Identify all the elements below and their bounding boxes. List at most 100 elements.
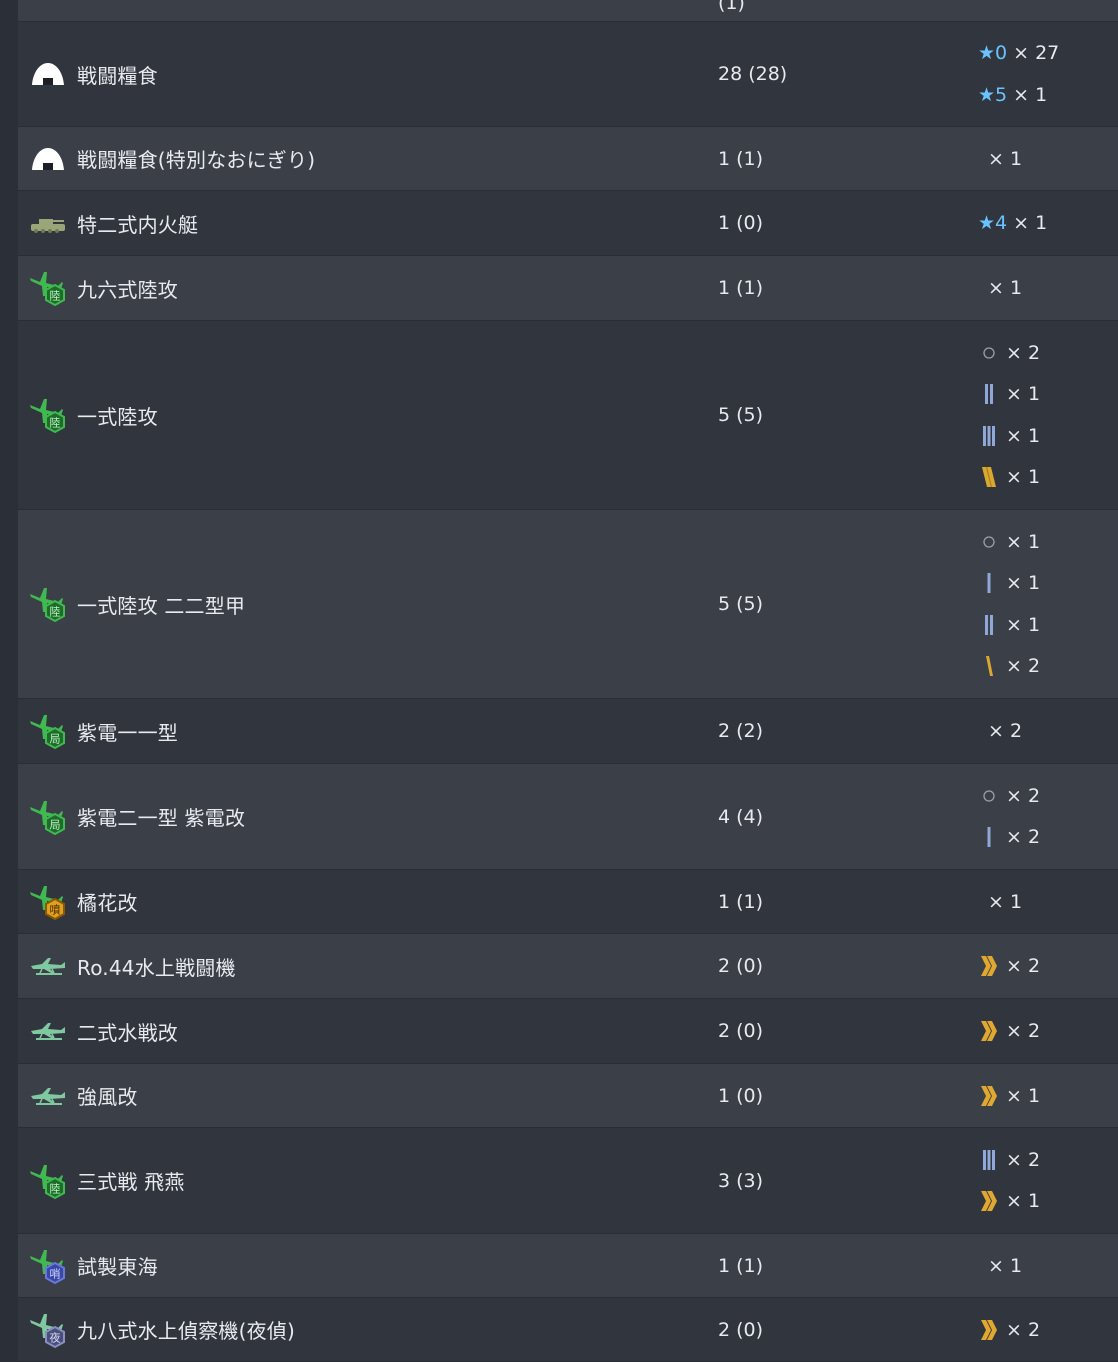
proficiency-gold-slash-icon bbox=[978, 655, 1000, 677]
equipment-name-cell: 哨 試製東海 bbox=[28, 1234, 158, 1297]
svg-text:陸: 陸 bbox=[50, 606, 61, 619]
equipment-count: 1 (1) bbox=[718, 890, 764, 913]
proficiency-count: × 2 bbox=[1006, 655, 1041, 678]
equipment-count: 1 (0) bbox=[718, 212, 764, 234]
proficiency-count: × 1 bbox=[988, 277, 1023, 299]
table-row: Ro.44水上戦闘機 2 (0) × 2 bbox=[18, 934, 1118, 999]
proficiency-item: × 2 bbox=[978, 1309, 1040, 1351]
proficiency-count: × 1 bbox=[1006, 1190, 1041, 1213]
equipment-name[interactable]: 紫電二一型 紫電改 bbox=[77, 802, 245, 831]
proficiency-count: × 2 bbox=[1006, 955, 1041, 977]
proficiency-circle-icon bbox=[978, 346, 1000, 360]
equipment-name[interactable]: 強風改 bbox=[77, 1081, 138, 1110]
proficiency-item: ★0 × 27 bbox=[978, 32, 1059, 74]
equipment-name[interactable]: 九八式水上偵察機(夜偵) bbox=[77, 1315, 295, 1344]
equipment-name[interactable]: 紫電一一型 bbox=[77, 717, 178, 746]
equipment-name-cell: 夜 九八式水上偵察機(夜偵) bbox=[28, 1298, 295, 1361]
equipment-name[interactable]: 橘花改 bbox=[77, 887, 138, 916]
equipment-count: 1 (1) bbox=[718, 277, 764, 299]
proficiency-list: × 2 bbox=[978, 699, 1022, 763]
seaplane-fighter-icon bbox=[28, 1011, 68, 1051]
proficiency-count: × 2 bbox=[1006, 1148, 1041, 1171]
proficiency-count: × 1 bbox=[1006, 572, 1041, 595]
ration-icon bbox=[28, 139, 68, 179]
equipment-name[interactable]: 戦闘糧食(特別なおにぎり) bbox=[77, 144, 315, 173]
equipment-name[interactable]: 特二式内火艇 bbox=[77, 209, 198, 238]
svg-text:局: 局 bbox=[50, 733, 61, 746]
equipment-name-cell: 特二式内火艇 bbox=[28, 191, 198, 255]
svg-text:陸: 陸 bbox=[50, 290, 61, 303]
proficiency-item: × 1 bbox=[978, 1075, 1040, 1117]
table-row: 噴 橘花改 1 (1) × 1 bbox=[18, 870, 1118, 934]
table-row: 哨 試製東海 1 (1) × 1 bbox=[18, 1234, 1118, 1298]
proficiency-item: × 2 bbox=[978, 332, 1040, 374]
proficiency-item: ★5 × 1 bbox=[978, 74, 1059, 116]
equipment-name[interactable]: 一式陸攻 bbox=[77, 401, 158, 430]
svg-text:局: 局 bbox=[50, 818, 61, 831]
equipment-name[interactable]: 九六式陸攻 bbox=[77, 274, 178, 303]
proficiency-bar-icon bbox=[978, 383, 1000, 405]
table-row: 夜 九八式水上偵察機(夜偵) 2 (0) × 2 bbox=[18, 1298, 1118, 1362]
proficiency-chevron-icon bbox=[978, 1085, 1000, 1107]
proficiency-list: × 2 bbox=[978, 1298, 1040, 1361]
equipment-name[interactable]: 試製東海 bbox=[77, 1251, 158, 1280]
proficiency-count: × 1 bbox=[1006, 424, 1041, 447]
table-row: 陸 一式陸攻 5 (5) × 2 × 1 × 1 × 1 bbox=[18, 321, 1118, 510]
equipment-name-cell: 陸 三式戦 飛燕 bbox=[28, 1128, 185, 1233]
improvement-star-label: ★4 bbox=[978, 212, 1008, 234]
equipment-name[interactable]: 一式陸攻 二二型甲 bbox=[77, 590, 245, 619]
proficiency-count: × 2 bbox=[1006, 341, 1041, 364]
equipment-count: 1 (1) bbox=[718, 147, 764, 170]
equipment-name[interactable]: 戦闘糧食 bbox=[77, 60, 158, 89]
land-attacker-icon: 陸 bbox=[28, 395, 68, 435]
table-body: 戦闘糧食 28 (28) ★0 × 27 ★5 × 1 戦闘糧食(特別なおにぎり) 1 (1)… bbox=[18, 22, 1118, 1362]
proficiency-count: × 1 bbox=[1006, 530, 1041, 553]
ration-icon bbox=[28, 54, 68, 94]
proficiency-list: × 2 × 1 bbox=[978, 1128, 1040, 1233]
proficiency-list: × 1 × 1 × 1 × 2 bbox=[978, 510, 1040, 698]
proficiency-count: × 2 bbox=[1006, 1318, 1041, 1341]
table-row: 戦闘糧食(特別なおにぎり) 1 (1) × 1 bbox=[18, 127, 1118, 191]
proficiency-count: × 2 bbox=[1006, 1020, 1041, 1042]
equipment-count: 4 (4) bbox=[718, 805, 764, 828]
equipment-name-cell: 噴 橘花改 bbox=[28, 870, 138, 933]
proficiency-item: × 1 bbox=[978, 562, 1040, 604]
proficiency-count: × 2 bbox=[1006, 784, 1041, 807]
proficiency-count: × 1 bbox=[988, 147, 1023, 170]
equipment-count: 1 (0) bbox=[718, 1084, 764, 1107]
proficiency-count: × 27 bbox=[1013, 42, 1060, 65]
proficiency-item: × 1 bbox=[978, 881, 1022, 923]
equipment-name[interactable]: 三式戦 飛燕 bbox=[77, 1166, 185, 1195]
equipment-name-cell: 陸 一式陸攻 bbox=[28, 321, 158, 509]
equipment-count: 28 (28) bbox=[718, 63, 788, 85]
proficiency-count: × 1 bbox=[1013, 83, 1048, 106]
equipment-count: 2 (2) bbox=[718, 720, 764, 742]
equipment-name-cell: 局 紫電一一型 bbox=[28, 699, 178, 763]
equipment-name-cell: 戦闘糧食(特別なおにぎり) bbox=[28, 127, 315, 190]
proficiency-circle-icon bbox=[978, 789, 1000, 803]
proficiency-item: × 1 bbox=[978, 1181, 1040, 1223]
proficiency-list: × 1 bbox=[978, 1234, 1022, 1297]
table-row: 局 紫電一一型 2 (2) × 2 bbox=[18, 699, 1118, 764]
proficiency-item: × 2 bbox=[978, 817, 1040, 859]
table-row: 特二式内火艇 1 (0) ★4 × 1 bbox=[18, 191, 1118, 256]
jet-icon: 噴 bbox=[28, 882, 68, 922]
equipment-name[interactable]: Ro.44水上戦闘機 bbox=[77, 952, 236, 981]
equipment-count: 3 (3) bbox=[718, 1169, 764, 1192]
equipment-count: 2 (0) bbox=[718, 1318, 764, 1341]
proficiency-item: × 1 bbox=[978, 373, 1040, 415]
proficiency-list: ★0 × 27 ★5 × 1 bbox=[978, 22, 1059, 126]
night-recon-icon: 夜 bbox=[28, 1310, 68, 1350]
proficiency-bar-icon bbox=[978, 425, 1000, 447]
equipment-name-cell: 陸 一式陸攻 二二型甲 bbox=[28, 510, 245, 698]
proficiency-chevron-icon bbox=[978, 1190, 1000, 1212]
table-row-partial: (1) bbox=[18, 0, 1118, 22]
table-row: 戦闘糧食 28 (28) ★0 × 27 ★5 × 1 bbox=[18, 22, 1118, 127]
table-row: 陸 三式戦 飛燕 3 (3) × 2 × 1 bbox=[18, 1128, 1118, 1234]
proficiency-list: × 1 bbox=[978, 127, 1022, 190]
proficiency-list: × 2 bbox=[978, 934, 1040, 998]
proficiency-item: × 2 bbox=[978, 710, 1022, 752]
equipment-name[interactable]: 二式水戦改 bbox=[77, 1017, 178, 1046]
row-count: (1) bbox=[718, 0, 745, 14]
improvement-star-label: ★0 bbox=[978, 42, 1008, 65]
